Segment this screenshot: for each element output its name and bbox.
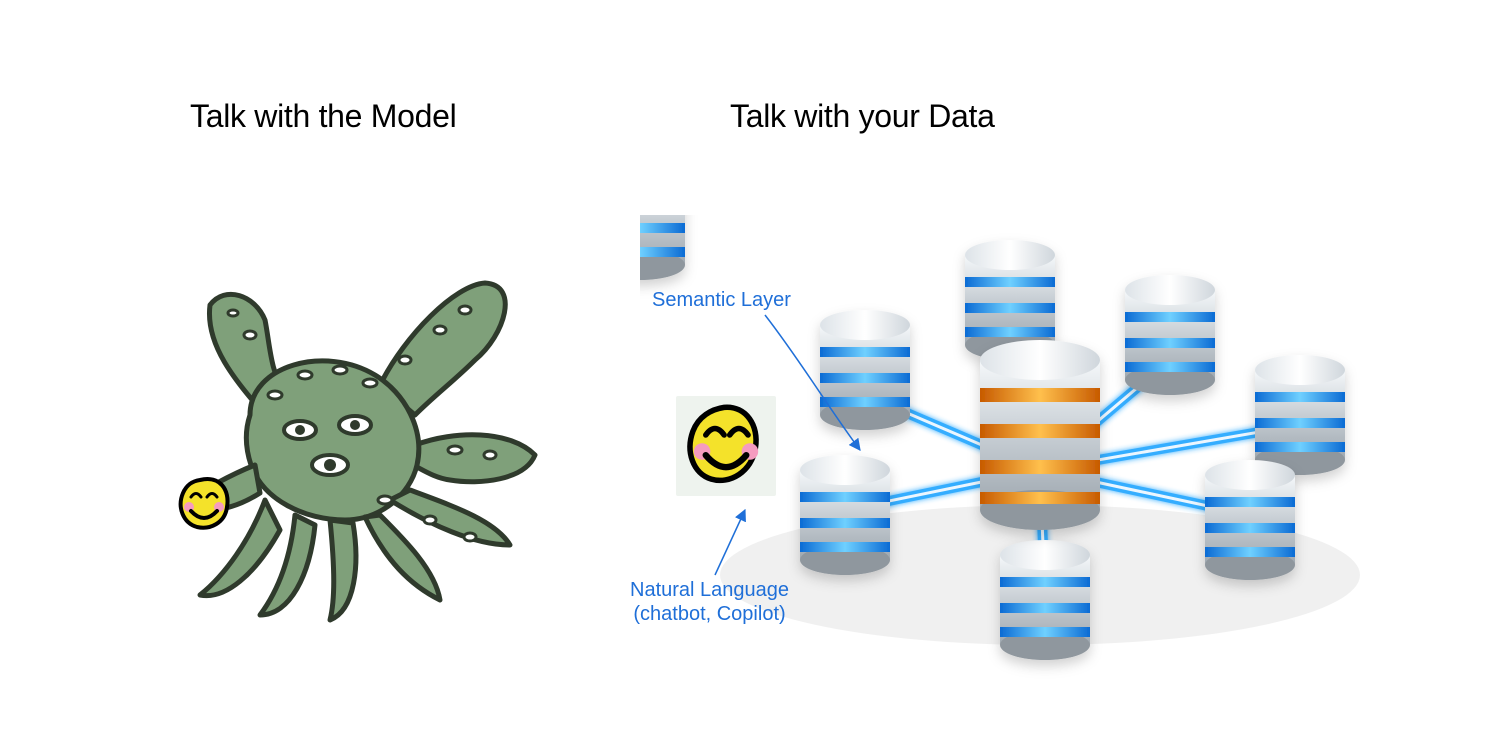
- database-node: [1255, 355, 1345, 475]
- heading-right: Talk with your Data: [730, 98, 995, 135]
- annotation-semantic-layer: Semantic Layer: [652, 288, 791, 312]
- shoggoth-svg: [155, 265, 555, 625]
- database-node: [1125, 275, 1215, 395]
- arrow-nl-to-mask: [705, 500, 765, 580]
- database-node: [1000, 540, 1090, 660]
- heading-left: Talk with the Model: [190, 98, 456, 135]
- annotation-nl-line2: (chatbot, Copilot): [633, 603, 785, 625]
- annotation-nl-line1: Natural Language: [630, 579, 789, 601]
- database-node: [1205, 460, 1295, 580]
- shoggoth-illustration: [155, 265, 555, 625]
- arrow-semantic-to-hub: [760, 310, 870, 460]
- annotation-natural-language: Natural Language (chatbot, Copilot): [630, 578, 789, 626]
- smiley-mask-small: [181, 479, 228, 528]
- database-hub: [980, 340, 1100, 530]
- database-node: [800, 455, 890, 575]
- diagram-stage: Talk with the Model Talk with your Data: [0, 0, 1504, 745]
